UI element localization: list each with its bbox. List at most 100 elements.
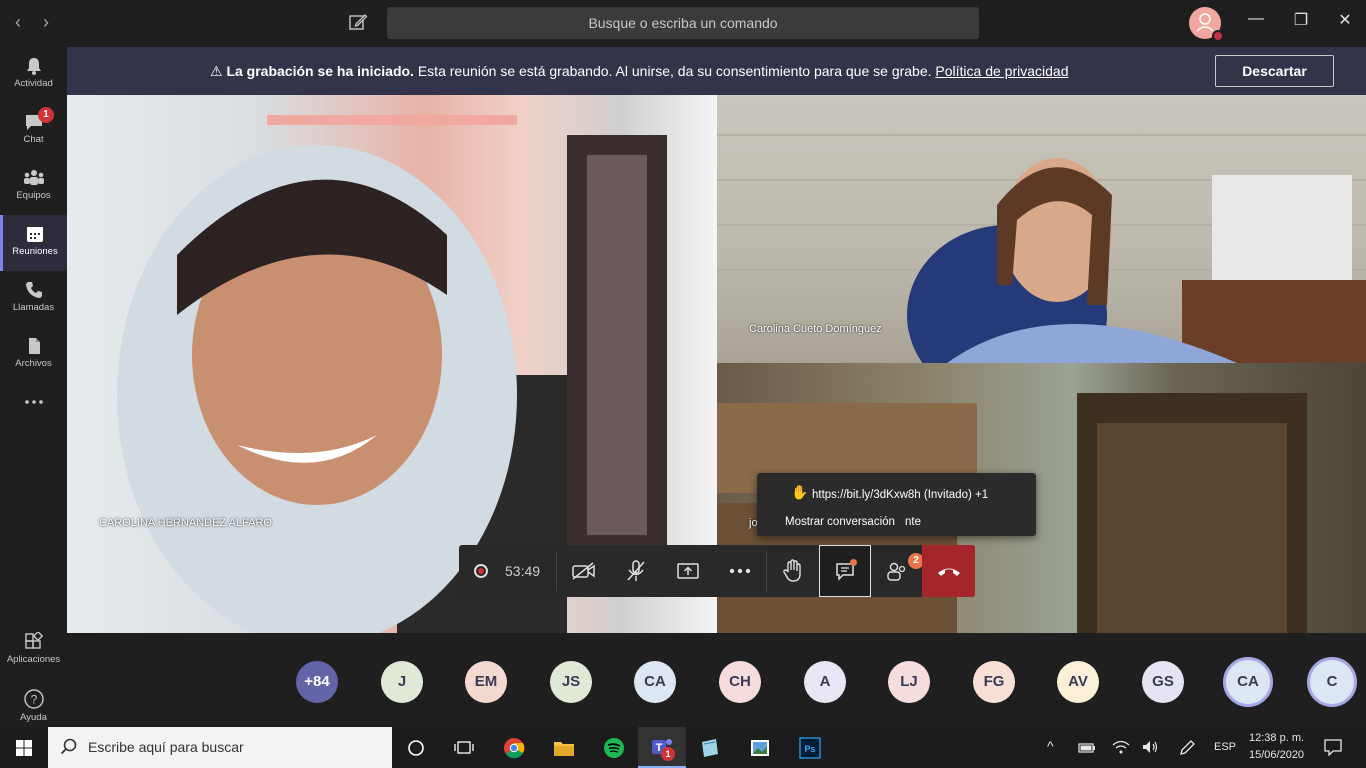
- notes-app-button[interactable]: [686, 727, 734, 768]
- participant-avatar[interactable]: JS: [550, 661, 592, 703]
- rail-item-calls[interactable]: Llamadas: [0, 271, 67, 327]
- recording-icon: [474, 564, 488, 578]
- back-arrow-icon[interactable]: ‹: [8, 12, 28, 33]
- task-view-icon: [454, 740, 474, 754]
- taskbar-search-input[interactable]: Escribe aquí para buscar: [48, 727, 392, 768]
- more-apps-button[interactable]: [0, 383, 67, 439]
- participant-avatar[interactable]: FG: [973, 661, 1015, 703]
- rail-item-teams[interactable]: Equipos: [0, 159, 67, 215]
- apps-icon: [24, 632, 43, 649]
- more-actions-button[interactable]: [714, 545, 766, 597]
- participant-avatar[interactable]: J: [381, 661, 423, 703]
- show-conversation-button[interactable]: [819, 545, 871, 597]
- share-screen-button[interactable]: [662, 545, 714, 597]
- video-tile-top-right[interactable]: Carolina Cueto Domínguez: [717, 95, 1366, 363]
- participant-avatar[interactable]: A: [804, 661, 846, 703]
- camera-toggle-button[interactable]: [558, 545, 610, 597]
- photos-app-button[interactable]: [736, 727, 784, 768]
- banner-text: Esta reunión se está grabando. Al unirse…: [413, 63, 936, 79]
- folder-icon: [554, 741, 574, 756]
- pen-icon[interactable]: [1178, 739, 1196, 762]
- command-search-input[interactable]: Busque o escriba un comando: [387, 7, 979, 39]
- chrome-button[interactable]: [490, 727, 538, 768]
- user-avatar[interactable]: [1189, 7, 1224, 42]
- discard-button[interactable]: Descartar: [1215, 55, 1334, 87]
- forward-arrow-icon[interactable]: ›: [36, 12, 56, 33]
- participant-avatar[interactable]: CH: [719, 661, 761, 703]
- rail-label: Llamadas: [12, 302, 55, 313]
- participants-icon: [887, 562, 906, 581]
- svg-text:Ps: Ps: [804, 744, 815, 754]
- participant-avatar[interactable]: GS: [1142, 661, 1184, 703]
- presence-status-icon: [1212, 30, 1224, 42]
- input-language[interactable]: ESP: [1214, 741, 1236, 753]
- bell-icon: [26, 58, 41, 75]
- recording-banner: ⚠ La grabación se ha iniciado. Esta reun…: [67, 47, 1366, 95]
- participant-avatar[interactable]: C: [1307, 657, 1357, 707]
- rail-label: Aplicaciones: [6, 654, 61, 665]
- rail-item-chat[interactable]: 1 Chat: [0, 103, 67, 159]
- rail-item-files[interactable]: Archivos: [0, 327, 67, 383]
- close-icon[interactable]: ✕: [1333, 10, 1357, 30]
- rail-label: Chat: [23, 134, 44, 145]
- teams-icon: [23, 170, 44, 185]
- wifi-icon[interactable]: [1112, 739, 1130, 760]
- volume-icon[interactable]: [1142, 740, 1160, 759]
- task-view-button[interactable]: [440, 727, 488, 768]
- show-participants-button[interactable]: 2: [871, 545, 924, 597]
- call-controls: 53:49 2: [459, 545, 975, 597]
- participant-avatar[interactable]: CA: [1223, 657, 1273, 707]
- rail-item-apps[interactable]: Aplicaciones: [0, 623, 67, 679]
- raised-hand-text: https://bit.ly/3dKxw8h (Invitado) +1: [812, 489, 989, 501]
- rail-item-meetings[interactable]: Reuniones: [0, 215, 67, 271]
- privacy-policy-link[interactable]: Política de privacidad: [935, 63, 1068, 79]
- clock-date[interactable]: 15/06/2020: [1249, 749, 1304, 761]
- hang-up-button[interactable]: [922, 545, 975, 597]
- teams-taskbar-button[interactable]: T 1: [638, 727, 686, 768]
- svg-text:?: ?: [30, 693, 37, 707]
- teams-badge: 1: [661, 747, 675, 761]
- search-icon: [60, 738, 78, 761]
- participant-avatar[interactable]: EM: [465, 661, 507, 703]
- rail-label: Actividad: [14, 78, 53, 89]
- start-button[interactable]: [0, 727, 48, 768]
- help-icon: ?: [23, 689, 44, 709]
- title-bar: ‹ › Busque o escriba un comando — ❐ ✕: [0, 0, 1366, 47]
- action-center-icon[interactable]: [1323, 738, 1343, 761]
- photoshop-button[interactable]: Ps: [786, 727, 834, 768]
- notes-icon: [702, 738, 718, 757]
- divider: [556, 551, 557, 591]
- calendar-icon: [27, 227, 43, 242]
- participant-avatar[interactable]: CA: [634, 661, 676, 703]
- clock-time[interactable]: 12:38 p. m.: [1249, 732, 1304, 744]
- tooltip-trailing-text: nte: [905, 516, 921, 528]
- raise-hand-button[interactable]: [767, 545, 819, 597]
- cortana-icon: [408, 739, 424, 756]
- rail-item-activity[interactable]: Actividad: [0, 47, 67, 103]
- spotify-button[interactable]: [590, 727, 638, 768]
- hand-icon: [783, 559, 801, 582]
- participant-name: Carolina Cueto Domínguez: [749, 323, 882, 335]
- photoshop-icon: Ps: [799, 736, 821, 759]
- maximize-icon[interactable]: ❐: [1289, 10, 1313, 30]
- minimize-icon[interactable]: —: [1244, 10, 1268, 28]
- participant-avatar[interactable]: +84: [296, 661, 338, 703]
- share-icon: [677, 563, 699, 579]
- file-icon: [28, 338, 40, 354]
- camera-off-icon: [572, 562, 595, 580]
- participant-avatar[interactable]: AV: [1057, 661, 1099, 703]
- compose-icon[interactable]: [348, 12, 370, 34]
- file-explorer-button[interactable]: [540, 727, 588, 768]
- windows-logo-icon: [16, 739, 32, 756]
- mic-toggle-button[interactable]: [610, 545, 662, 597]
- mic-off-icon: [627, 560, 645, 581]
- participant-avatar[interactable]: LJ: [888, 661, 930, 703]
- chrome-icon: [504, 737, 525, 758]
- show-hidden-icons-icon[interactable]: ^: [1047, 738, 1054, 754]
- cortana-button[interactable]: [392, 727, 440, 768]
- banner-message: ⚠ La grabación se ha iniciado. Esta reun…: [210, 63, 1068, 80]
- battery-icon[interactable]: [1078, 741, 1096, 759]
- chat-badge: 1: [38, 107, 54, 123]
- spotify-icon: [604, 737, 624, 758]
- raised-hand-tooltip: ✋ https://bit.ly/3dKxw8h (Invitado) +1 M…: [757, 473, 1036, 536]
